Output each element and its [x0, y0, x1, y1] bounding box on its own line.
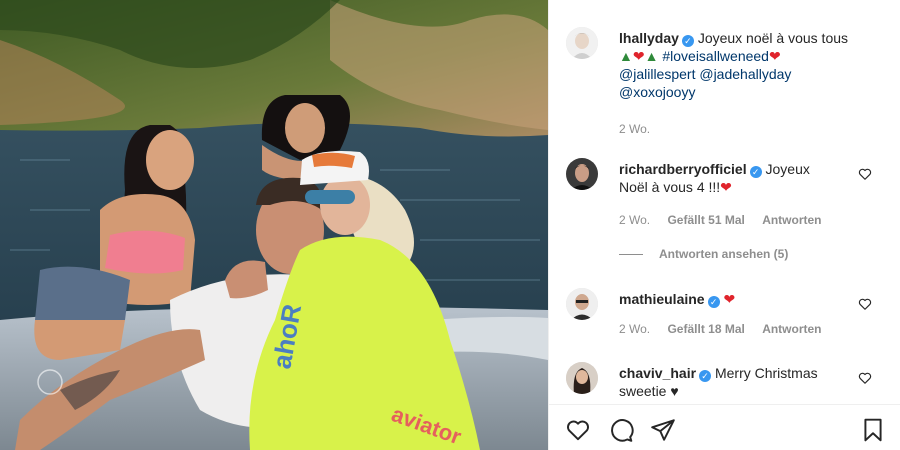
- comment-meta: 2 Wo. Gefällt 51 Mal Antworten: [619, 213, 836, 227]
- commenter-avatar[interactable]: [566, 288, 598, 320]
- commenter-avatar[interactable]: [566, 362, 598, 394]
- comment-text: mathieulaine ✓ ❤: [619, 290, 869, 308]
- post-photo[interactable]: ahoR aviator: [0, 0, 548, 450]
- comment-like-heart-icon[interactable]: [858, 371, 872, 385]
- comment-text: chaviv_hair ✓ Merry Christmas sweetie ♥: [619, 364, 869, 400]
- commenter-username[interactable]: chaviv_hair: [619, 365, 696, 381]
- view-replies-button[interactable]: Antworten ansehen (5): [619, 247, 788, 261]
- mention-link-xoxojooyy[interactable]: @xoxojooyy: [619, 84, 695, 100]
- commenter-avatar-image: [566, 288, 598, 320]
- comments-panel: lhallyday ✓ Joyeux noël à vous tous ▲❤▲ #…: [548, 0, 900, 450]
- caption-text: Joyeux noël à vous tous: [697, 30, 849, 46]
- verified-badge-icon: ✓: [707, 296, 720, 308]
- commenter-avatar-image: [566, 362, 598, 394]
- verified-badge-icon: ✓: [749, 166, 762, 178]
- commenter-username[interactable]: richardberryofficiel: [619, 161, 747, 177]
- comment-likes[interactable]: Gefällt 51 Mal: [667, 213, 744, 227]
- share-icon[interactable]: [650, 417, 676, 443]
- author-username[interactable]: lhallyday: [619, 30, 679, 46]
- comment-text-line: Noël à vous 4 !!!: [619, 179, 721, 195]
- heart-emoji-icon: ❤: [768, 48, 781, 64]
- reply-button[interactable]: Antworten: [762, 213, 821, 227]
- comment-time[interactable]: 2 Wo.: [619, 322, 650, 336]
- verified-badge-icon: ✓: [699, 370, 712, 382]
- comment-text: richardberryofficiel ✓ Joyeux Noël à vous…: [619, 160, 869, 196]
- mention-link-jalillespert[interactable]: @jalillespert: [619, 66, 695, 82]
- comment-meta: 2 Wo. Gefällt 18 Mal Antworten: [619, 322, 836, 336]
- comment-text-line: Merry Christmas: [714, 365, 818, 381]
- comment-like-heart-icon[interactable]: [858, 167, 872, 181]
- commenter-avatar-image: [566, 158, 598, 190]
- bookmark-icon[interactable]: [860, 417, 886, 443]
- caption-meta: 2 Wo.: [619, 122, 664, 136]
- replies-divider: [619, 254, 643, 256]
- heart-icon[interactable]: [565, 417, 591, 443]
- christmas-tree-icon: ▲: [619, 48, 633, 64]
- reply-button[interactable]: Antworten: [762, 322, 821, 336]
- commenter-avatar[interactable]: [566, 158, 598, 190]
- author-avatar-image: [566, 27, 598, 59]
- caption-time[interactable]: 2 Wo.: [619, 122, 650, 136]
- heart-emoji-icon: ❤: [632, 48, 645, 64]
- comment-likes[interactable]: Gefällt 18 Mal: [667, 322, 744, 336]
- comment-text-line: Joyeux: [765, 161, 810, 177]
- verified-badge-icon: ✓: [681, 35, 694, 47]
- hashtag-link[interactable]: #loveisallweneed: [662, 48, 769, 64]
- commenter-username[interactable]: mathieulaine: [619, 291, 705, 307]
- comment-like-heart-icon[interactable]: [858, 297, 872, 311]
- view-replies-label: Antworten ansehen (5): [659, 247, 789, 261]
- post-action-bar: [549, 404, 900, 450]
- christmas-tree-icon: ▲: [644, 48, 659, 64]
- comments-list[interactable]: lhallyday ✓ Joyeux noël à vous tous ▲❤▲ #…: [549, 0, 900, 404]
- heart-emoji-icon: ❤: [723, 291, 736, 307]
- mention-link-jadehallyday[interactable]: @jadehallyday: [699, 66, 791, 82]
- post-photo-image: ahoR aviator: [0, 0, 548, 450]
- comment-text-line: sweetie ♥: [619, 383, 679, 399]
- post-caption: lhallyday ✓ Joyeux noël à vous tous ▲❤▲ #…: [619, 29, 889, 101]
- author-avatar[interactable]: [566, 27, 598, 59]
- comment-time[interactable]: 2 Wo.: [619, 213, 650, 227]
- heart-emoji-icon: ❤: [720, 179, 732, 195]
- comment-icon[interactable]: [608, 417, 634, 443]
